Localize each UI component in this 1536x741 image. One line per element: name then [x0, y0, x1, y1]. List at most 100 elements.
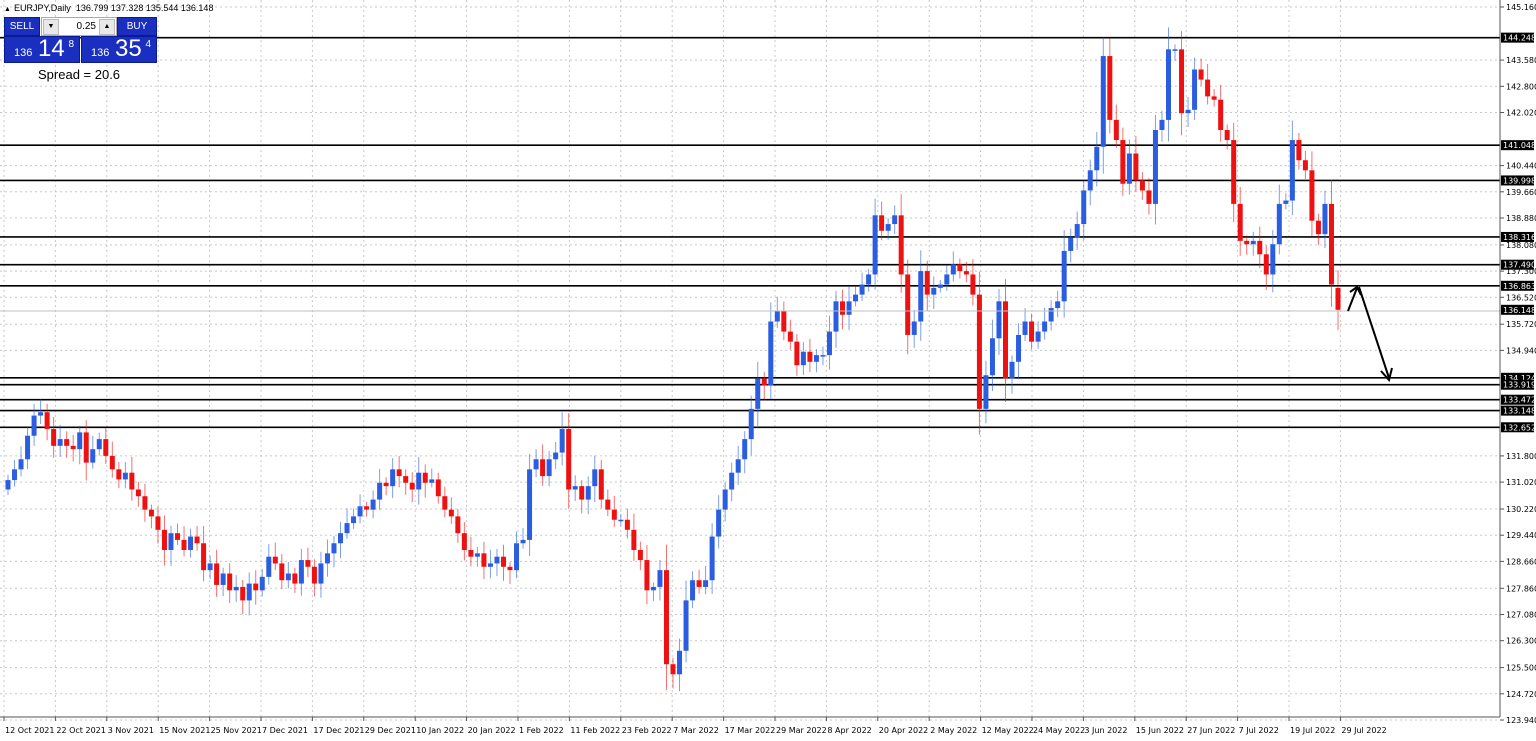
time-tick-label: 1 Feb 2022 — [519, 726, 564, 735]
candle-bull — [390, 469, 396, 487]
lot-size-stepper[interactable]: ▼ 0.25 ▲ — [41, 17, 117, 36]
lot-size-input[interactable]: 0.25 — [77, 18, 96, 35]
candle-bear — [957, 264, 963, 272]
candle-bear — [214, 563, 220, 585]
price-chart[interactable]: 144.248141.048139.998138.316137.490136.8… — [0, 0, 1536, 741]
candle-bear — [1133, 153, 1139, 181]
collapse-triangle-icon[interactable]: ▲ — [4, 6, 11, 13]
buy-button[interactable]: BUY — [117, 17, 157, 36]
time-tick-label: 17 Dec 2021 — [313, 726, 364, 735]
price-tick-label: 145.160 — [1506, 3, 1536, 12]
candle-bear — [161, 529, 167, 550]
candle-bull — [944, 274, 950, 285]
increase-lot-icon[interactable]: ▲ — [99, 19, 115, 35]
time-tick-label: 19 Jul 2022 — [1290, 726, 1335, 735]
candle-bull — [298, 560, 304, 584]
candle-bear — [1224, 129, 1230, 141]
candle-bull — [122, 472, 128, 480]
candle-bear — [1211, 96, 1217, 100]
candle-bull — [937, 284, 943, 288]
candle-bull — [344, 523, 350, 534]
price-tick-label: 138.080 — [1506, 241, 1536, 250]
candle-bear — [468, 549, 474, 557]
candle-bear — [1315, 220, 1321, 235]
candle-bull — [207, 563, 213, 571]
candle-bull — [1159, 119, 1165, 130]
price-tick-label: 136.520 — [1506, 293, 1536, 302]
chart-title: ▲ EURJPY,Daily 136.799 137.328 135.544 13… — [4, 3, 213, 13]
candle-bull — [742, 439, 748, 460]
horizontal-levels[interactable]: 144.248141.048139.998138.316137.490136.8… — [0, 32, 1536, 433]
candle-bull — [729, 472, 735, 490]
candle-bear — [383, 482, 389, 487]
candle-bull — [494, 556, 500, 564]
candle-bear — [1257, 240, 1263, 255]
candle-bull — [709, 536, 715, 581]
candle-bull — [25, 435, 31, 460]
candle-bear — [1139, 180, 1145, 191]
sell-button[interactable]: SELL — [4, 17, 40, 36]
candle-bear — [624, 519, 630, 530]
chart-grid — [0, 0, 1500, 721]
candle-bear — [181, 539, 187, 550]
candle-bear — [279, 563, 285, 581]
candle-bull — [748, 408, 754, 440]
candle-bear — [794, 341, 800, 366]
decrease-lot-icon[interactable]: ▼ — [43, 19, 59, 35]
candle-bull — [324, 553, 330, 564]
candle-bear — [663, 570, 669, 665]
sell-quote[interactable]: 136 14 8 — [4, 35, 80, 63]
candle-bear — [566, 429, 572, 490]
price-tick-label: 125.500 — [1506, 664, 1536, 673]
buy-quote-prefix: 136 — [91, 47, 110, 59]
candle-bull — [996, 301, 1002, 339]
buy-quote[interactable]: 136 35 4 — [81, 35, 157, 63]
sell-quote-prefix: 136 — [14, 47, 33, 59]
candle-bull — [559, 429, 565, 453]
time-tick-label: 7 Jul 2022 — [1239, 726, 1279, 735]
candle-bear — [507, 566, 513, 571]
candle-bull — [18, 459, 24, 470]
time-tick-label: 12 Oct 2021 — [5, 726, 54, 735]
candle-bear — [1146, 190, 1152, 204]
candle-bull — [351, 516, 357, 524]
level-label: 139.998 — [1503, 176, 1536, 185]
candle-bear — [1029, 321, 1035, 342]
candle-bull — [1250, 240, 1256, 245]
candle-bull — [1283, 200, 1289, 204]
candle-bear — [905, 274, 911, 335]
candle-bear — [442, 496, 448, 510]
candle-bear — [500, 556, 506, 567]
candle-bear — [1237, 203, 1243, 241]
candle-bull — [533, 459, 539, 470]
time-tick-label: 25 Nov 2021 — [211, 726, 262, 735]
time-tick-label: 20 Jan 2022 — [468, 726, 516, 735]
candle-bear — [976, 294, 982, 409]
candle-bull — [416, 472, 422, 490]
candle-bull — [520, 539, 526, 544]
candle-bear — [696, 580, 702, 587]
sell-quote-big: 14 — [38, 35, 65, 62]
candle-bull — [1165, 49, 1171, 120]
time-tick-label: 7 Mar 2022 — [673, 726, 719, 735]
time-tick-label: 10 Jan 2022 — [416, 726, 464, 735]
candle-bull — [768, 321, 774, 386]
candle-bear — [448, 509, 454, 517]
candle-bull — [546, 459, 552, 477]
candle-bull — [220, 573, 226, 585]
candle-bull — [331, 543, 337, 554]
candle-bull — [885, 224, 891, 231]
candle-bear — [1003, 301, 1008, 379]
candle-bear — [435, 479, 441, 497]
time-tick-label: 29 Jul 2022 — [1341, 726, 1386, 735]
candle-bull — [774, 311, 780, 322]
projection-arrows[interactable] — [1347, 285, 1393, 383]
time-tick-label: 15 Nov 2021 — [159, 726, 210, 735]
candle-bear — [1113, 119, 1119, 141]
candle-bull — [683, 600, 689, 651]
time-tick-label: 15 Jun 2022 — [1136, 726, 1184, 735]
candle-bear — [924, 271, 930, 295]
candle-bull — [911, 321, 917, 335]
price-tick-label: 127.080 — [1506, 610, 1536, 619]
candle-bear — [311, 566, 317, 584]
